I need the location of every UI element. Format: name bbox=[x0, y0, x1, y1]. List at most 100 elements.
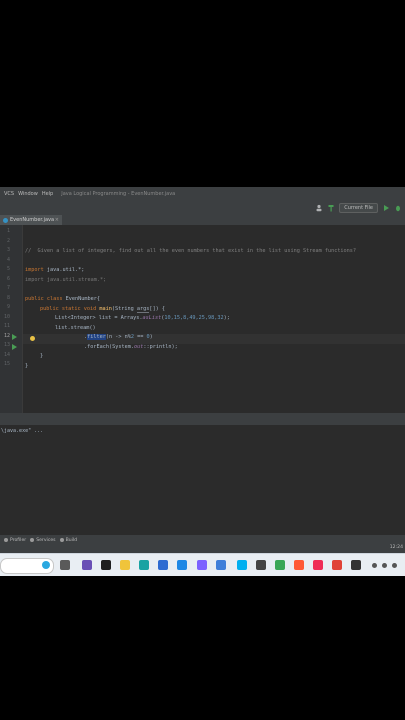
line-number: 13 bbox=[3, 342, 10, 348]
code-line-stream: list.stream() bbox=[55, 324, 96, 334]
bing-icon[interactable] bbox=[42, 561, 50, 569]
ide-window: VCS Window Help Java Logical Programming… bbox=[0, 187, 405, 576]
stream-call: list.stream() bbox=[55, 324, 96, 331]
toolbar-right: Current File bbox=[315, 201, 405, 215]
line-number: 15 bbox=[3, 361, 10, 367]
aslist-call: asList bbox=[142, 315, 162, 321]
profiler-label: Profiler bbox=[10, 537, 27, 543]
lightbulb-icon[interactable] bbox=[30, 336, 35, 341]
line-number-gutter: 1 2 3 4 5 6 7 8 9 10 11 12 13 14 15 bbox=[0, 225, 23, 413]
filter-eq: == bbox=[134, 334, 147, 340]
line-number: 7 bbox=[6, 285, 10, 291]
file-explorer-icon[interactable] bbox=[120, 560, 130, 570]
tray-icon[interactable] bbox=[372, 563, 377, 568]
code-line-foreach: .forEach(System.out::println); bbox=[84, 343, 178, 353]
services-icon bbox=[30, 538, 35, 542]
closing-brace: } bbox=[40, 353, 44, 359]
build-tab[interactable]: Build bbox=[59, 537, 78, 543]
app-icon-3[interactable] bbox=[256, 560, 266, 570]
main-method-name: main bbox=[99, 305, 112, 312]
line-number: 5 bbox=[6, 266, 10, 272]
app-icon-4[interactable] bbox=[275, 560, 285, 570]
filter-selected: filter bbox=[87, 334, 106, 340]
code-line-class: public class EvenNumber{ bbox=[25, 295, 100, 305]
code-line-brace-class: } bbox=[25, 362, 28, 372]
code-line-list: List<Integer> list = Arrays.asList(10,15… bbox=[55, 314, 230, 324]
media-icon[interactable] bbox=[351, 560, 361, 570]
run-class-gutter-icon[interactable] bbox=[12, 334, 17, 340]
profiler-icon bbox=[4, 538, 8, 542]
main-open: (String bbox=[111, 305, 137, 312]
line-number: 1 bbox=[6, 228, 10, 234]
window-title: Java Logical Programming - EvenNumber.ja… bbox=[61, 191, 176, 197]
hammer-icon[interactable] bbox=[327, 204, 335, 212]
line-number: 8 bbox=[6, 294, 10, 301]
foreach-pre: .forEach(System. bbox=[84, 343, 134, 350]
line-number: 14 bbox=[3, 351, 10, 358]
outlook-icon[interactable] bbox=[177, 560, 187, 570]
app-icon-2[interactable] bbox=[216, 560, 226, 570]
system-out: out bbox=[133, 343, 144, 350]
line-number: 11 bbox=[3, 323, 10, 329]
run-main-gutter-icon[interactable] bbox=[12, 343, 17, 350]
services-tab[interactable]: Services bbox=[30, 537, 56, 543]
menu-bar: VCS Window Help Java Logical Programming… bbox=[0, 187, 405, 202]
run-icon[interactable] bbox=[382, 204, 390, 212]
code-line-brace-main: } bbox=[40, 352, 43, 362]
app-icon[interactable] bbox=[197, 560, 207, 570]
comment-text: // Given a list of integers, find out al… bbox=[25, 248, 357, 254]
run-console-panel: \java.exe" ... bbox=[0, 413, 405, 537]
java-class-icon bbox=[3, 217, 8, 223]
wifi-icon[interactable] bbox=[382, 563, 387, 568]
import-keyword: import bbox=[25, 267, 44, 273]
code-line-import-util: import java.util.*; bbox=[25, 266, 84, 276]
menu-window[interactable]: Window bbox=[18, 191, 38, 197]
volume-icon[interactable] bbox=[392, 563, 397, 568]
menu-vcs[interactable]: VCS bbox=[4, 191, 14, 197]
close-icon[interactable]: × bbox=[55, 217, 59, 223]
line-number: 2 bbox=[6, 237, 10, 244]
profiler-tab[interactable]: Profiler bbox=[4, 538, 26, 543]
class-name: EvenNumber{ bbox=[62, 296, 100, 302]
tab-label: EvenNumber.java bbox=[10, 217, 55, 223]
search-box[interactable] bbox=[0, 558, 54, 574]
run-config-select[interactable]: Current File bbox=[339, 203, 378, 213]
teams-icon[interactable] bbox=[82, 560, 92, 570]
store-icon[interactable] bbox=[158, 560, 168, 570]
chrome-icon[interactable] bbox=[332, 560, 342, 570]
app-icon-5[interactable] bbox=[294, 560, 304, 570]
main-keywords: public static void bbox=[40, 305, 97, 312]
task-view-icon[interactable] bbox=[60, 560, 70, 570]
user-icon[interactable] bbox=[315, 204, 323, 212]
services-label: Services bbox=[36, 537, 56, 543]
current-line-highlight bbox=[23, 334, 405, 344]
unused-import: import java.util.stream.*; bbox=[25, 276, 107, 283]
class-keywords: public class bbox=[25, 296, 63, 302]
code-line-import-stream: import java.util.stream.*; bbox=[25, 276, 106, 286]
filter-close: ) bbox=[149, 334, 153, 340]
build-label: Build bbox=[65, 537, 78, 543]
edge-icon[interactable] bbox=[139, 560, 149, 570]
line-number: 3 bbox=[6, 247, 10, 253]
main-close: []) { bbox=[149, 305, 165, 312]
list-numbers: 10,15,8,49,25,98,32 bbox=[164, 315, 224, 321]
line-number: 4 bbox=[6, 256, 10, 263]
line-number-current: 12 bbox=[3, 332, 10, 339]
menu-help[interactable]: Help bbox=[42, 191, 53, 197]
intellij-icon[interactable] bbox=[313, 560, 323, 570]
import-path: java.util.*; bbox=[43, 267, 85, 273]
list-declaration: List<Integer> list = Arrays. bbox=[55, 315, 143, 321]
closing-brace: } bbox=[25, 362, 29, 369]
line-number: 9 bbox=[6, 304, 10, 310]
clock-text: 12:24 bbox=[389, 545, 403, 550]
tool-window-bar: Profiler Services Build bbox=[0, 535, 405, 545]
debug-icon[interactable] bbox=[394, 204, 402, 212]
code-line-main: public static void main(String args[]) { bbox=[40, 305, 165, 315]
foreach-post: ::println); bbox=[143, 343, 178, 350]
windows-taskbar bbox=[0, 553, 405, 576]
console-header bbox=[0, 415, 405, 425]
terminal-icon[interactable] bbox=[101, 560, 111, 570]
console-output: \java.exe" ... bbox=[1, 428, 44, 434]
status-bar: 12:24 bbox=[0, 545, 405, 553]
skype-icon[interactable] bbox=[237, 560, 247, 570]
